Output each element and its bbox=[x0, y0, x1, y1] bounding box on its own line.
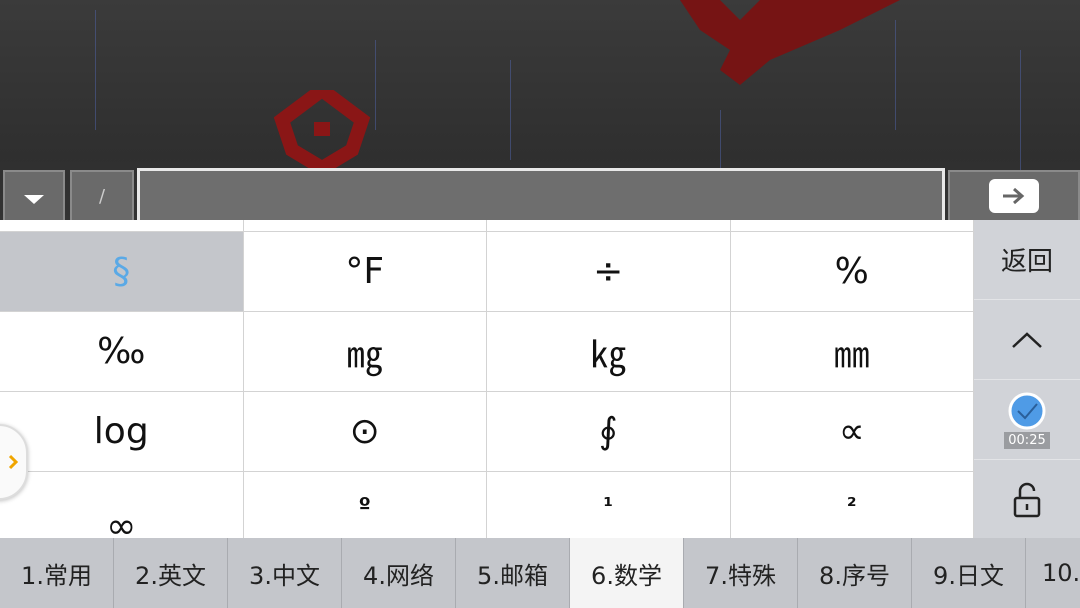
key-row: log ⊙ ∮ ∝ bbox=[0, 392, 974, 472]
category-tabs: 1.常用 2.英文 3.中文 4.网络 5.邮箱 6.数学 7.特殊 8.序号 … bbox=[0, 538, 1080, 608]
symbol-key[interactable]: ¹ bbox=[487, 472, 731, 538]
tab-math[interactable]: 6.数学 bbox=[570, 538, 684, 608]
symbol-key[interactable]: ∞ bbox=[0, 472, 244, 538]
symbol-key[interactable]: ÷ bbox=[487, 232, 731, 312]
slash-command-button[interactable]: / bbox=[70, 170, 134, 222]
unlock-icon bbox=[1013, 482, 1041, 517]
tab-chinese[interactable]: 3.中文 bbox=[228, 538, 342, 608]
symbol-key[interactable]: ∝ bbox=[730, 392, 974, 472]
tab-japanese[interactable]: 9.日文 bbox=[912, 538, 1026, 608]
scroll-up-button[interactable] bbox=[974, 300, 1080, 380]
symbol-key[interactable]: log bbox=[0, 392, 244, 472]
send-arrow-frame bbox=[989, 179, 1039, 213]
back-label: 返回 bbox=[1000, 247, 1053, 277]
arrow-right-icon bbox=[1003, 187, 1025, 205]
symbol-key[interactable]: ⊙ bbox=[243, 392, 487, 472]
symbol-key[interactable]: % bbox=[730, 232, 974, 312]
tab-english[interactable]: 2.英文 bbox=[114, 538, 228, 608]
key-row: § °F ÷ % bbox=[0, 232, 974, 312]
chevron-right-icon bbox=[8, 454, 18, 470]
tab-more[interactable]: 10. bbox=[1026, 538, 1080, 608]
symbol-key-grid: § °F ÷ % ‰ ㎎ ㎏ ㎜ log ⊙ ∮ ∝ ∞ º ¹ ² bbox=[0, 220, 974, 538]
key-row: ‰ ㎎ ㎏ ㎜ bbox=[0, 312, 974, 392]
chat-input[interactable] bbox=[137, 168, 945, 222]
send-button[interactable] bbox=[948, 170, 1080, 222]
triangle-down-icon bbox=[24, 195, 44, 204]
symbol-key[interactable]: § bbox=[0, 232, 244, 312]
symbol-keyboard: § °F ÷ % ‰ ㎎ ㎏ ㎜ log ⊙ ∮ ∝ ∞ º ¹ ² 返回 00… bbox=[0, 220, 1080, 608]
tab-sequence[interactable]: 8.序号 bbox=[798, 538, 912, 608]
tab-email[interactable]: 5.邮箱 bbox=[456, 538, 570, 608]
tab-common[interactable]: 1.常用 bbox=[0, 538, 114, 608]
tab-special[interactable]: 7.特殊 bbox=[684, 538, 798, 608]
symbol-key[interactable]: º bbox=[243, 472, 487, 538]
lock-button[interactable] bbox=[974, 460, 1080, 539]
symbol-key[interactable]: °F bbox=[243, 232, 487, 312]
voice-timer-widget[interactable]: 00:25 bbox=[974, 380, 1080, 460]
timer-label: 00:25 bbox=[1004, 431, 1050, 449]
slash-label: / bbox=[98, 185, 106, 207]
chat-dropdown-button[interactable] bbox=[3, 170, 65, 222]
symbol-key[interactable]: ㎜ bbox=[730, 312, 974, 392]
keyboard-side-panel: 返回 00:25 bbox=[974, 220, 1080, 538]
symbol-key[interactable]: ∮ bbox=[487, 392, 731, 472]
symbol-key[interactable]: ㎏ bbox=[487, 312, 731, 392]
previous-row-strip bbox=[0, 220, 974, 232]
chevron-up-icon bbox=[1012, 331, 1042, 348]
symbol-key[interactable]: ‰ bbox=[0, 312, 244, 392]
key-row: ∞ º ¹ ² bbox=[0, 472, 974, 538]
back-button[interactable]: 返回 bbox=[974, 220, 1080, 300]
red-ring-icon bbox=[273, 90, 371, 168]
symbol-key[interactable]: ㎎ bbox=[243, 312, 487, 392]
check-circle-icon bbox=[1008, 392, 1046, 429]
symbol-key[interactable]: ² bbox=[730, 472, 974, 538]
red-block-icon bbox=[680, 0, 900, 85]
chat-bar: / bbox=[0, 168, 1080, 222]
tab-network[interactable]: 4.网络 bbox=[342, 538, 456, 608]
